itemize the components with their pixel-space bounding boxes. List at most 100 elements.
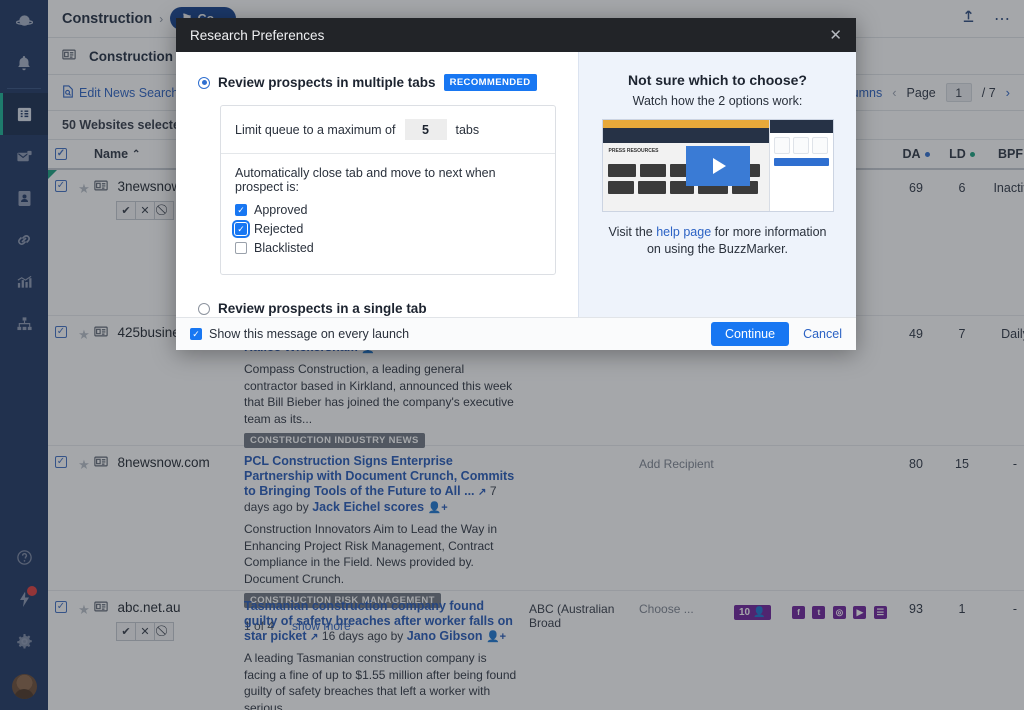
twitter-icon[interactable]: t xyxy=(812,605,826,619)
option-single-tab[interactable]: Review prospects in a single tab xyxy=(198,301,556,316)
help-footer-pre: Visit the xyxy=(608,225,657,239)
blacklist-button[interactable]: ⃠ xyxy=(154,201,174,220)
sidebar-item-links[interactable] xyxy=(0,219,48,261)
analytics-icon xyxy=(16,274,33,290)
row-checkbox[interactable]: ✓ xyxy=(48,170,74,315)
row-star-icon[interactable]: ★ xyxy=(74,591,94,710)
external-link-icon[interactable]: ↗ xyxy=(478,487,486,498)
help-panel-subtitle: Watch how the 2 options work: xyxy=(632,94,803,108)
approve-button[interactable]: ✔ xyxy=(116,622,136,641)
auto-close-blacklisted[interactable]: Blacklisted xyxy=(235,241,541,255)
row-checkbox[interactable]: ✓ xyxy=(48,446,74,590)
reject-button[interactable]: ✕ xyxy=(135,201,155,220)
row-article-cell: Tasmanian construction company found gui… xyxy=(244,591,529,710)
close-icon[interactable]: ✕ xyxy=(829,26,842,44)
limit-queue-suffix: tabs xyxy=(455,122,480,137)
website-card-icon xyxy=(94,178,112,195)
thumbnail-right-pane xyxy=(768,120,833,211)
row-recipient-cell[interactable]: Choose ... xyxy=(639,591,734,710)
row-recipient-cell[interactable]: Add Recipient xyxy=(639,446,734,590)
show-every-launch-row[interactable]: ✓ Show this message on every launch xyxy=(190,327,409,341)
cancel-button[interactable]: Cancel xyxy=(803,327,842,341)
limit-queue-row: Limit queue to a maximum of tabs xyxy=(221,106,555,154)
sidebar-item-notifications[interactable] xyxy=(0,42,48,84)
article-author-link[interactable]: Jack Eichel scores xyxy=(312,500,424,514)
row-ld: 6 xyxy=(958,181,966,195)
export-icon[interactable] xyxy=(961,9,976,29)
blacklist-button[interactable]: ⃠ xyxy=(154,622,174,641)
article-title-link[interactable]: PCL Construction Signs Enterprise Partne… xyxy=(244,454,514,498)
approve-button[interactable]: ✔ xyxy=(116,201,136,220)
help-page-link[interactable]: help page xyxy=(656,225,711,239)
checkbox-rejected[interactable]: ✓ xyxy=(232,220,250,238)
table-row[interactable]: ✓ ★ abc.net.au ✔ ✕ ⃠ Tasmanian construct… xyxy=(48,591,1024,710)
external-link-icon[interactable]: ↗ xyxy=(310,632,318,643)
instagram-icon[interactable]: ◎ xyxy=(832,606,846,619)
row-site-name[interactable]: abc.net.au xyxy=(117,600,180,615)
article-body: A leading Tasmanian construction company… xyxy=(244,651,517,710)
thumbnail-card xyxy=(812,137,829,154)
row-checkbox[interactable]: ✓ xyxy=(48,316,74,445)
row-star-icon[interactable]: ★ xyxy=(74,170,94,315)
column-header-bpf[interactable]: BPF xyxy=(984,147,1024,161)
inbox-icon xyxy=(16,149,33,164)
thumbnail-heading: PRESS RESOURCES xyxy=(608,148,659,154)
video-thumbnail[interactable]: PRESS RESOURCES xyxy=(601,119,834,212)
row-star-icon[interactable]: ★ xyxy=(74,446,94,590)
sidebar-item-contacts[interactable] xyxy=(0,177,48,219)
checkbox-show-every-launch[interactable]: ✓ xyxy=(190,328,202,340)
article-body: Construction Innovators Aim to Lead the … xyxy=(244,522,498,586)
row-star-icon[interactable]: ★ xyxy=(74,316,94,445)
column-header-da-label: DA xyxy=(902,147,921,161)
article-author-link[interactable]: Jano Gibson xyxy=(407,629,483,643)
table-row[interactable]: ✓ ★ 8newsnow.com PCL Construction Signs … xyxy=(48,446,1024,633)
page-number-input[interactable]: 1 xyxy=(945,83,972,102)
sidebar-item-discovery[interactable] xyxy=(0,0,48,42)
sidebar-item-sitemap[interactable] xyxy=(0,303,48,345)
option-multiple-tabs[interactable]: Review prospects in multiple tabs RECOMM… xyxy=(198,74,556,91)
row-bpf: Daily xyxy=(1001,327,1024,341)
contact-count-badge[interactable]: 10 👤 xyxy=(734,605,771,620)
option-single-tab-label: Review prospects in a single tab xyxy=(218,301,427,316)
breadcrumb-root[interactable]: Construction xyxy=(62,11,152,27)
sidebar-item-inbox[interactable] xyxy=(0,135,48,177)
radio-multiple-tabs[interactable] xyxy=(198,76,210,89)
checkbox-approved[interactable]: ✓ xyxy=(235,204,247,216)
continue-button[interactable]: Continue xyxy=(711,322,790,346)
add-person-icon[interactable]: 👤+ xyxy=(428,502,448,514)
auto-close-rejected[interactable]: ✓ Rejected xyxy=(232,220,541,238)
reject-button[interactable]: ✕ xyxy=(135,622,155,641)
sidebar-item-settings[interactable] xyxy=(0,620,48,662)
radio-single-tab[interactable] xyxy=(198,302,210,315)
next-page-button[interactable]: › xyxy=(1006,85,1010,100)
row-da: 80 xyxy=(909,457,923,471)
facebook-icon[interactable]: f xyxy=(792,605,805,619)
sidebar-item-updates[interactable] xyxy=(0,578,48,620)
more-options-icon[interactable]: ⋯ xyxy=(994,9,1010,29)
row-site-name[interactable]: 8newsnow.com xyxy=(117,455,209,470)
play-button-icon[interactable] xyxy=(685,145,750,186)
auto-close-approved[interactable]: ✓ Approved xyxy=(235,203,541,217)
checkbox-blacklisted[interactable] xyxy=(235,242,247,254)
limit-queue-prefix: Limit queue to a maximum of xyxy=(235,122,396,137)
youtube-icon[interactable]: ▶ xyxy=(853,606,867,619)
da-indicator-dot xyxy=(924,151,930,157)
link-icon xyxy=(15,231,33,249)
column-header-ld[interactable]: LD xyxy=(940,147,984,161)
ld-indicator-dot xyxy=(969,151,975,157)
sidebar-item-projects[interactable] xyxy=(0,93,48,135)
row-checkbox[interactable]: ✓ xyxy=(48,591,74,710)
column-header-da[interactable]: DA xyxy=(892,147,940,161)
edit-news-search-button[interactable]: Edit News Search xyxy=(62,84,178,101)
sidebar-item-help[interactable] xyxy=(0,536,48,578)
sort-asc-icon: ⌃ xyxy=(132,148,141,160)
prev-page-button[interactable]: ‹ xyxy=(892,85,896,100)
select-all-checkbox[interactable]: ✓ xyxy=(48,148,74,160)
sidebar-item-account[interactable] xyxy=(0,662,48,710)
sidebar-item-analytics[interactable] xyxy=(0,261,48,303)
add-person-icon[interactable]: 👤+ xyxy=(486,631,506,643)
modal-footer-actions: Continue Cancel xyxy=(711,322,842,346)
blog-icon[interactable]: ☰ xyxy=(873,606,887,619)
row-author-cell xyxy=(529,446,639,590)
limit-queue-input[interactable] xyxy=(404,119,447,140)
